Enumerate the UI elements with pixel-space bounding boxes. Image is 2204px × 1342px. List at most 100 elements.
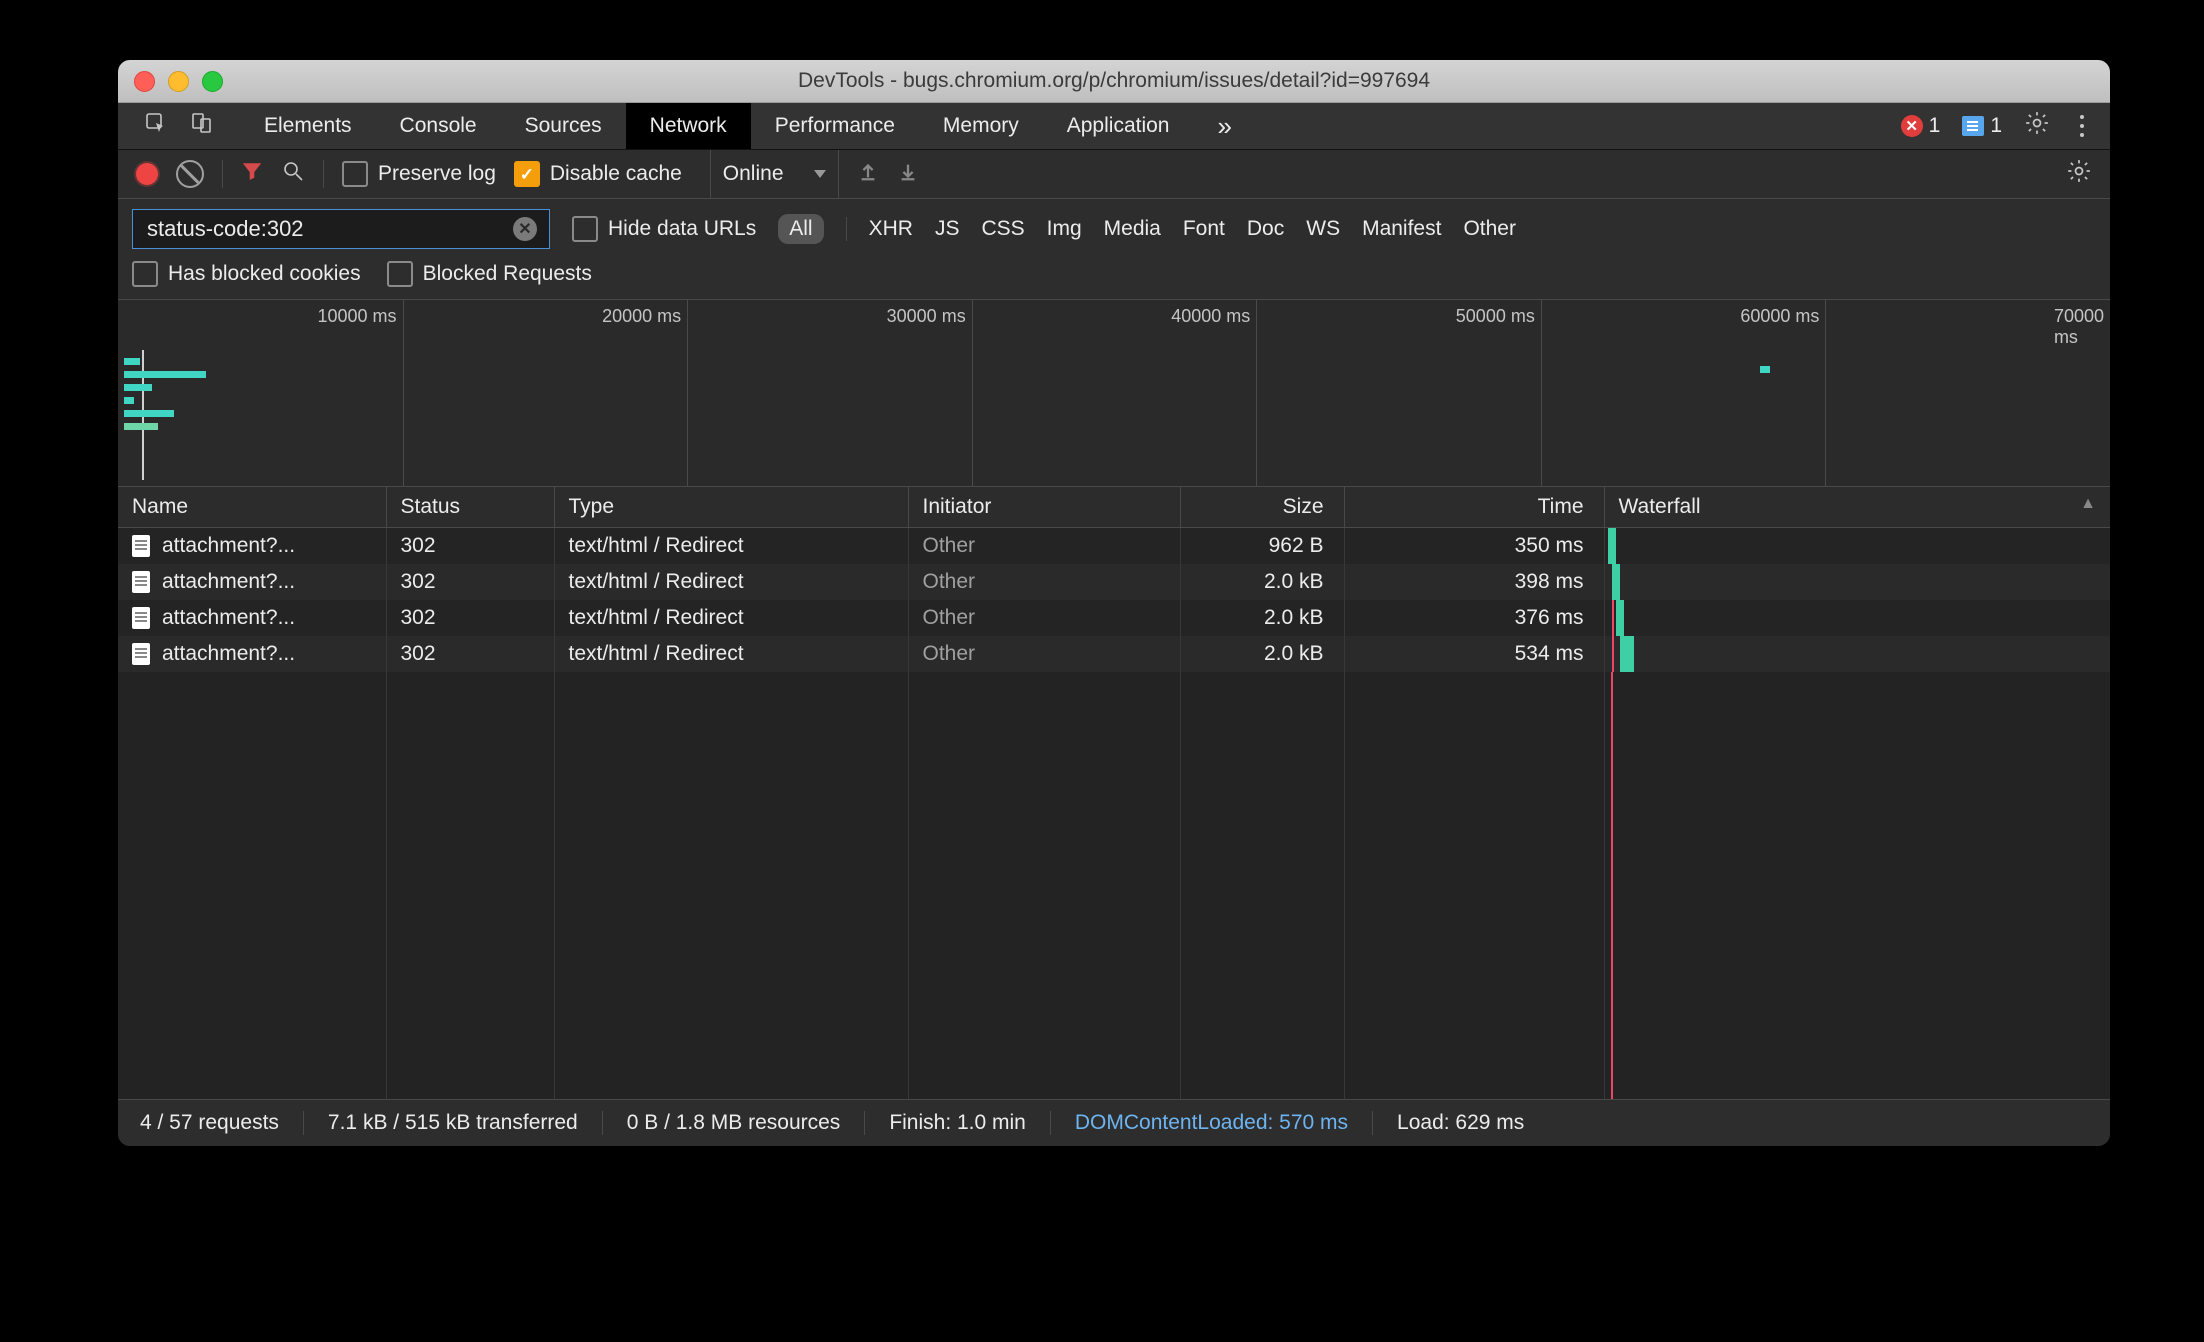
disable-cache-label: Disable cache	[550, 162, 682, 186]
request-waterfall	[1604, 636, 2110, 672]
upload-har-icon[interactable]	[857, 160, 879, 188]
tab-performance[interactable]: Performance	[751, 103, 919, 149]
type-filter-css[interactable]: CSS	[981, 217, 1024, 241]
tab-elements[interactable]: Elements	[240, 103, 376, 149]
main-tabs: ElementsConsoleSourcesNetworkPerformance…	[118, 103, 2110, 150]
record-button[interactable]	[136, 163, 158, 185]
document-icon	[132, 535, 150, 557]
type-filter-doc[interactable]: Doc	[1247, 217, 1284, 241]
type-filter-manifest[interactable]: Manifest	[1362, 217, 1441, 241]
request-size: 962 B	[1180, 528, 1344, 565]
request-size: 2.0 kB	[1180, 600, 1344, 636]
request-name: attachment?...	[162, 642, 295, 666]
request-initiator: Other	[908, 600, 1180, 636]
message-icon	[1962, 116, 1984, 136]
type-filter-other[interactable]: Other	[1463, 217, 1516, 241]
timeline-tick: 70000 ms	[2054, 306, 2104, 348]
tab-application[interactable]: Application	[1043, 103, 1194, 149]
download-har-icon[interactable]	[897, 160, 919, 188]
clear-button[interactable]	[176, 160, 204, 188]
request-name: attachment?...	[162, 570, 295, 594]
table-row[interactable]: attachment?...302text/html / RedirectOth…	[118, 564, 2110, 600]
table-row[interactable]: attachment?...302text/html / RedirectOth…	[118, 636, 2110, 672]
tabs-overflow-button[interactable]: »	[1193, 103, 1255, 149]
filter-input-wrapper: ✕	[132, 209, 550, 249]
table-empty-area	[118, 672, 2110, 1099]
table-row[interactable]: attachment?...302text/html / RedirectOth…	[118, 600, 2110, 636]
type-filter-media[interactable]: Media	[1104, 217, 1161, 241]
type-filter-js[interactable]: JS	[935, 217, 960, 241]
request-status: 302	[386, 600, 554, 636]
clear-filter-icon[interactable]: ✕	[513, 217, 537, 241]
filter-input[interactable]	[145, 215, 513, 243]
has-blocked-cookies-label: Has blocked cookies	[168, 262, 361, 286]
tab-console[interactable]: Console	[376, 103, 501, 149]
document-icon	[132, 643, 150, 665]
request-status: 302	[386, 564, 554, 600]
preserve-log-label: Preserve log	[378, 162, 496, 186]
request-waterfall	[1604, 564, 2110, 600]
error-count-badge[interactable]: ✕ 1	[1901, 114, 1941, 138]
type-filter-xhr[interactable]: XHR	[869, 217, 913, 241]
network-toolbar: Preserve log Disable cache Online	[118, 150, 2110, 199]
type-filter-ws[interactable]: WS	[1306, 217, 1340, 241]
disable-cache-toggle[interactable]: Disable cache	[514, 161, 682, 187]
hide-data-urls-toggle[interactable]: Hide data URLs	[572, 216, 756, 242]
message-count-badge[interactable]: 1	[1962, 114, 2002, 138]
type-filter-all[interactable]: All	[778, 214, 823, 244]
requests-table: NameStatusTypeInitiatorSizeTimeWaterfall…	[118, 487, 2110, 672]
error-count: 1	[1929, 114, 1941, 138]
network-settings-button[interactable]	[2066, 158, 2092, 190]
document-icon	[132, 607, 150, 629]
checkbox-icon	[387, 261, 413, 287]
status-bar: 4 / 57 requests 7.1 kB / 515 kB transfer…	[118, 1099, 2110, 1146]
type-filter-font[interactable]: Font	[1183, 217, 1225, 241]
col-header-time[interactable]: Time	[1344, 487, 1604, 528]
device-toolbar-icon[interactable]	[190, 111, 214, 141]
sb-finish: Finish: 1.0 min	[865, 1111, 1051, 1135]
checkbox-icon	[514, 161, 540, 187]
timeline-overview[interactable]: 10000 ms20000 ms30000 ms40000 ms50000 ms…	[118, 300, 2110, 487]
tab-sources[interactable]: Sources	[501, 103, 626, 149]
sb-load: Load: 629 ms	[1373, 1111, 1548, 1135]
table-row[interactable]: attachment?...302text/html / RedirectOth…	[118, 528, 2110, 565]
table-header-row: NameStatusTypeInitiatorSizeTimeWaterfall…	[118, 487, 2110, 528]
request-initiator: Other	[908, 528, 1180, 565]
request-type: text/html / Redirect	[554, 564, 908, 600]
sort-indicator-icon: ▲	[2080, 495, 2096, 513]
request-size: 2.0 kB	[1180, 636, 1344, 672]
timeline-tick: 50000 ms	[1456, 306, 1535, 327]
message-count: 1	[1990, 114, 2002, 138]
request-time: 376 ms	[1344, 600, 1604, 636]
checkbox-icon	[342, 161, 368, 187]
preserve-log-toggle[interactable]: Preserve log	[342, 161, 496, 187]
request-name: attachment?...	[162, 534, 295, 558]
has-blocked-cookies-toggle[interactable]: Has blocked cookies	[132, 261, 361, 287]
col-header-size[interactable]: Size	[1180, 487, 1344, 528]
type-filter-img[interactable]: Img	[1047, 217, 1082, 241]
col-header-name[interactable]: Name	[118, 487, 386, 528]
filter-toggle-icon[interactable]	[241, 160, 263, 188]
overview-bars	[124, 358, 206, 436]
blocked-requests-toggle[interactable]: Blocked Requests	[387, 261, 592, 287]
tab-memory[interactable]: Memory	[919, 103, 1043, 149]
hide-data-urls-label: Hide data URLs	[608, 217, 756, 241]
settings-button[interactable]	[2024, 110, 2050, 142]
overview-bar	[1760, 366, 1770, 373]
col-header-initiator[interactable]: Initiator	[908, 487, 1180, 528]
request-type-filters: All XHR JS CSS Img Media Font Doc WS Manifest Othe…	[778, 214, 1516, 244]
timeline-tick: 10000 ms	[318, 306, 397, 327]
col-header-waterfall[interactable]: Waterfall▲	[1604, 487, 2110, 528]
tab-network[interactable]: Network	[626, 103, 751, 149]
timeline-tick: 60000 ms	[1740, 306, 1819, 327]
chevron-down-icon	[814, 170, 826, 178]
search-icon[interactable]	[281, 159, 305, 189]
checkbox-icon	[572, 216, 598, 242]
inspect-element-icon[interactable]	[144, 111, 168, 141]
col-header-type[interactable]: Type	[554, 487, 908, 528]
throttling-select[interactable]: Online	[710, 150, 839, 198]
request-time: 398 ms	[1344, 564, 1604, 600]
col-header-status[interactable]: Status	[386, 487, 554, 528]
devtools-window: DevTools - bugs.chromium.org/p/chromium/…	[118, 60, 2110, 1146]
more-options-button[interactable]	[2072, 115, 2092, 137]
